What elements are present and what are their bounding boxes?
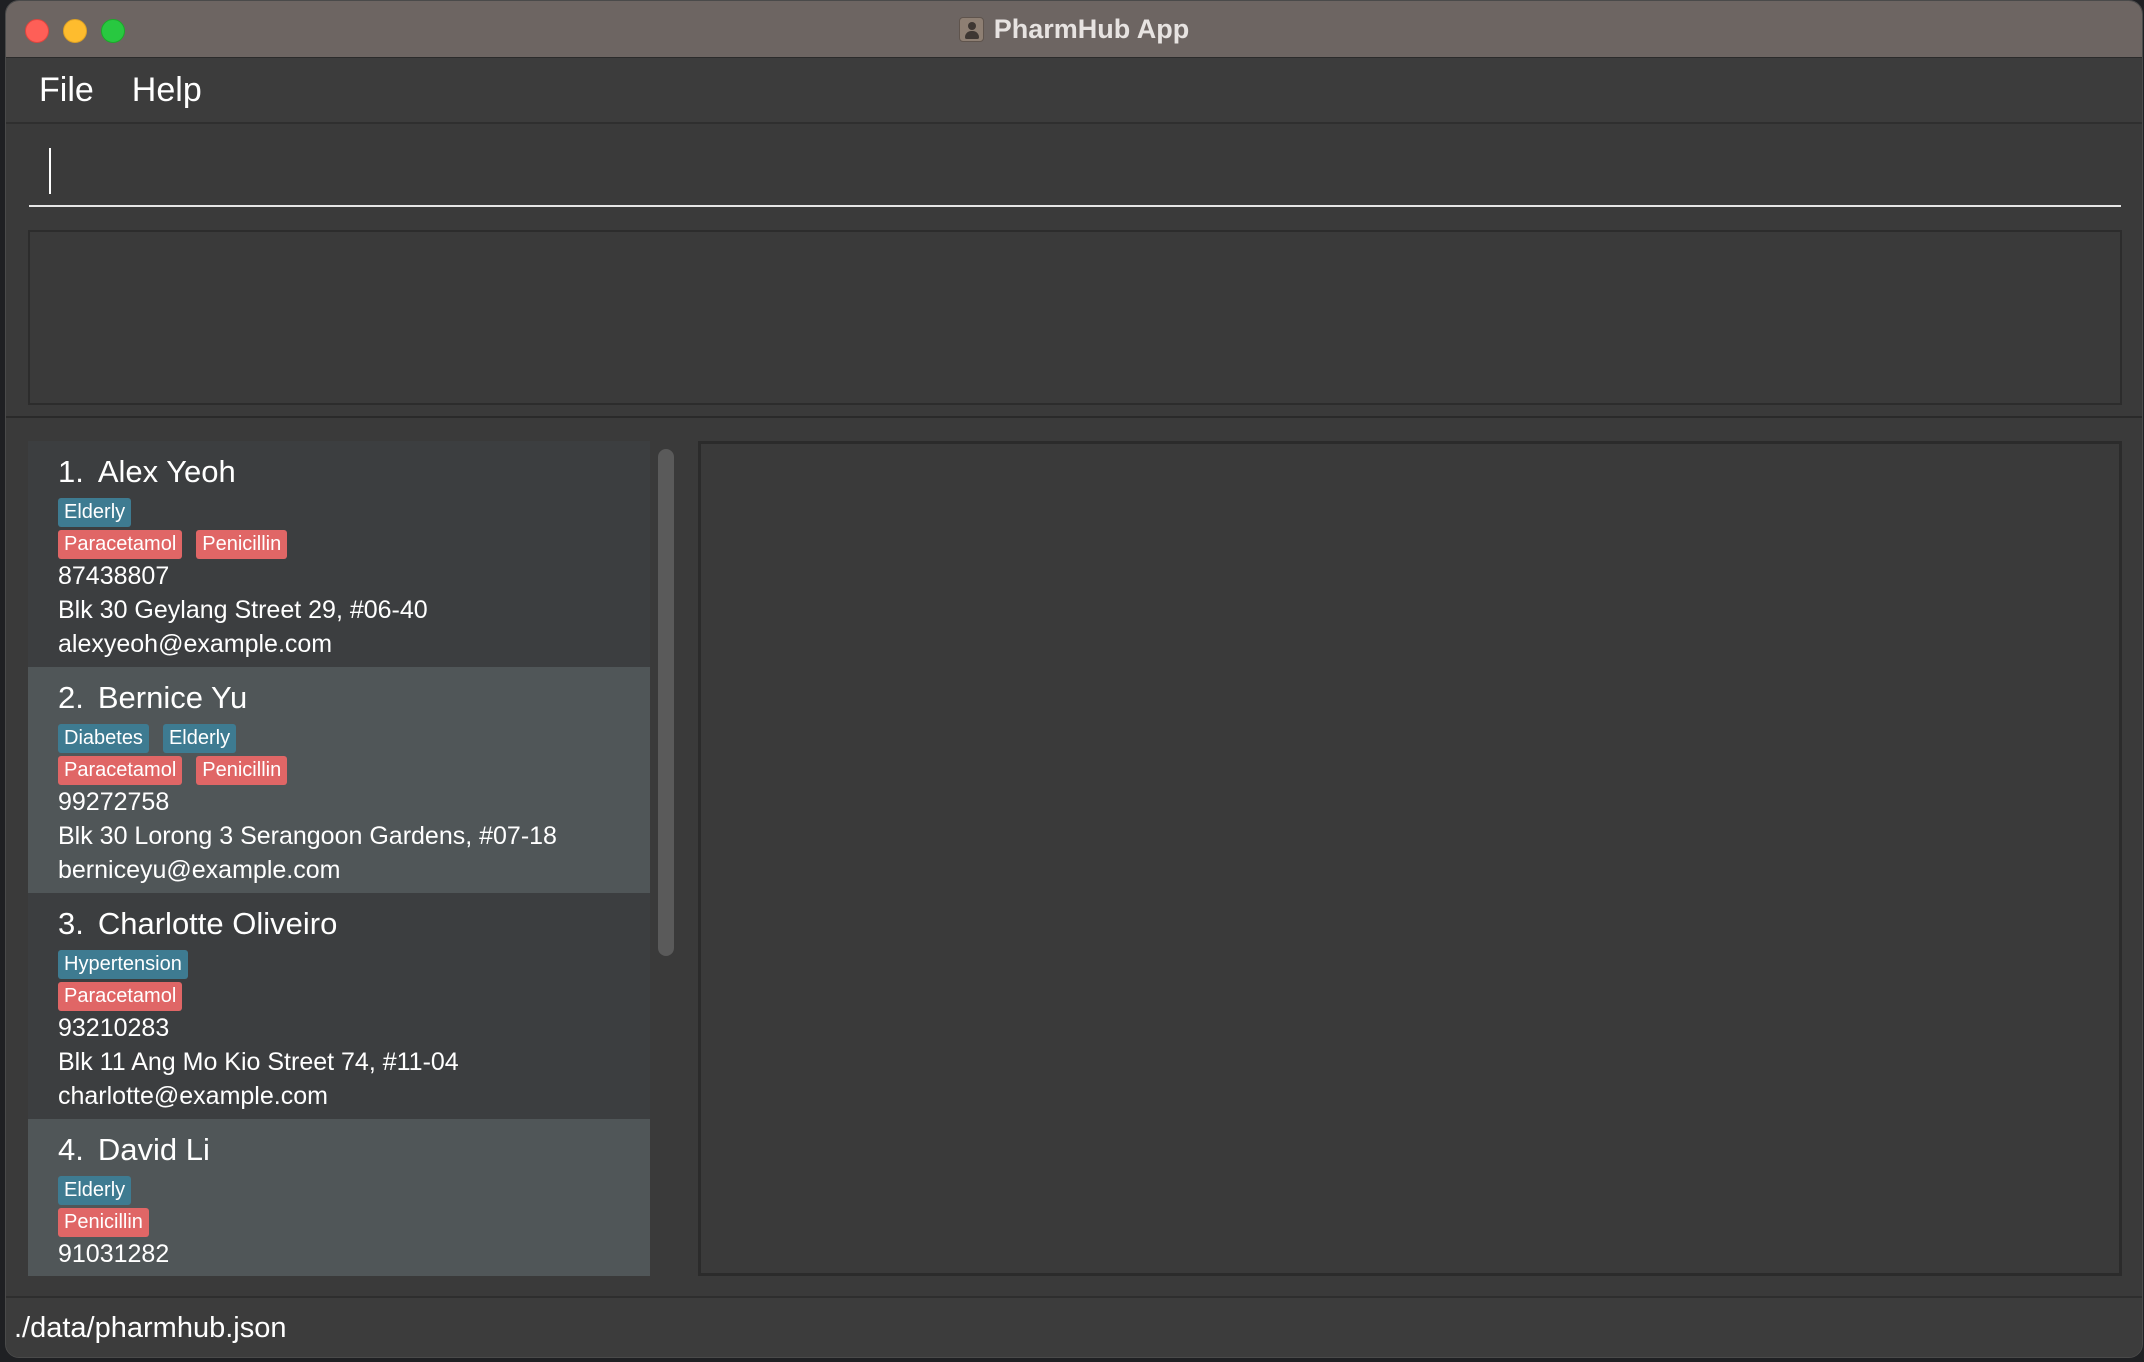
allergy-tags: Paracetamol Penicillin: [58, 530, 650, 559]
person-list-scrollbar[interactable]: [658, 449, 674, 956]
person-address: Blk 30 Geylang Street 29, #06-40: [58, 596, 428, 624]
allergy-tags: Penicillin: [58, 1208, 650, 1237]
person-email: alexyeoh@example.com: [58, 630, 333, 658]
person-name: 3. Charlotte Oliveiro: [58, 903, 650, 947]
person-name-text: Alex Yeoh: [97, 454, 236, 489]
window-title: PharmHub App: [993, 14, 1190, 44]
condition-tags: Elderly: [58, 498, 650, 527]
person-name-text: Bernice Yu: [97, 680, 248, 715]
condition-tag: Elderly: [162, 724, 237, 753]
condition-tags: Hypertension: [58, 950, 650, 979]
person-address: Blk 436 Serangoon Gardens Street 26, #16…: [58, 1271, 650, 1276]
allergy-tag: Penicillin: [196, 530, 288, 559]
command-input[interactable]: [29, 144, 2121, 207]
condition-tag: Elderly: [58, 1176, 132, 1205]
condition-tags: Elderly: [58, 1176, 650, 1205]
allergy-tag: Penicillin: [58, 1208, 149, 1237]
menu-bar: File Help: [6, 58, 2142, 124]
condition-tag: Diabetes: [58, 724, 149, 753]
person-index: 4.: [58, 1132, 84, 1167]
person-list[interactable]: 1. Alex Yeoh Elderly Paracetamol Penicillin 8…: [28, 441, 650, 1276]
allergy-tag: Penicillin: [196, 756, 288, 785]
allergy-tags: Paracetamol: [58, 982, 650, 1011]
allergy-tag: Paracetamol: [58, 982, 183, 1011]
person-card[interactable]: 4. David Li Elderly Penicillin 91031282 Blk 4…: [28, 1119, 650, 1276]
person-phone: 93210283: [58, 1014, 170, 1042]
status-bar: ./data/pharmhub.json: [6, 1296, 2142, 1357]
condition-tag: Hypertension: [58, 950, 188, 979]
app-icon: [958, 17, 984, 42]
person-phone: 99272758: [58, 788, 170, 816]
person-index: 3.: [58, 906, 84, 941]
allergy-tag: Paracetamol: [58, 756, 183, 785]
person-address: Blk 11 Ang Mo Kio Street 74, #11-04: [58, 1048, 459, 1076]
person-email: berniceyu@example.com: [58, 856, 341, 884]
person-name: 1. Alex Yeoh: [58, 451, 650, 495]
person-phone: 87438807: [58, 562, 170, 590]
person-phone: 91031282: [58, 1240, 170, 1268]
person-card[interactable]: 3. Charlotte Oliveiro Hypertension Paraceta…: [28, 893, 650, 1119]
divider: [6, 416, 2142, 418]
person-address: Blk 30 Lorong 3 Serangoon Gardens, #07-1…: [58, 822, 557, 850]
person-name-text: David Li: [97, 1132, 210, 1167]
condition-tag: Elderly: [58, 498, 132, 527]
menu-file[interactable]: File: [39, 71, 94, 110]
command-box: [6, 126, 2142, 228]
person-detail-panel: [698, 441, 2122, 1276]
title-bar[interactable]: PharmHub App: [6, 1, 2142, 58]
person-index: 1.: [58, 454, 84, 489]
allergy-tags: Paracetamol Penicillin: [58, 756, 650, 785]
text-caret: [49, 148, 51, 194]
person-name: 4. David Li: [58, 1129, 650, 1173]
result-display: [28, 230, 2122, 405]
person-name-text: Charlotte Oliveiro: [97, 906, 338, 941]
condition-tags: Diabetes Elderly: [58, 724, 650, 753]
save-location: ./data/pharmhub.json: [14, 1312, 287, 1344]
app-window: PharmHub App File Help 1. Alex Yeoh Elderl…: [5, 0, 2143, 1358]
person-card[interactable]: 1. Alex Yeoh Elderly Paracetamol Penicillin 8…: [28, 441, 650, 667]
person-name: 2. Bernice Yu: [58, 677, 650, 721]
allergy-tag: Paracetamol: [58, 530, 183, 559]
person-index: 2.: [58, 680, 84, 715]
menu-help[interactable]: Help: [132, 71, 202, 110]
person-card[interactable]: 2. Bernice Yu Diabetes Elderly Paracetamol Pe…: [28, 667, 650, 893]
title-wrap: PharmHub App: [6, 1, 2142, 58]
person-email: charlotte@example.com: [58, 1082, 328, 1110]
